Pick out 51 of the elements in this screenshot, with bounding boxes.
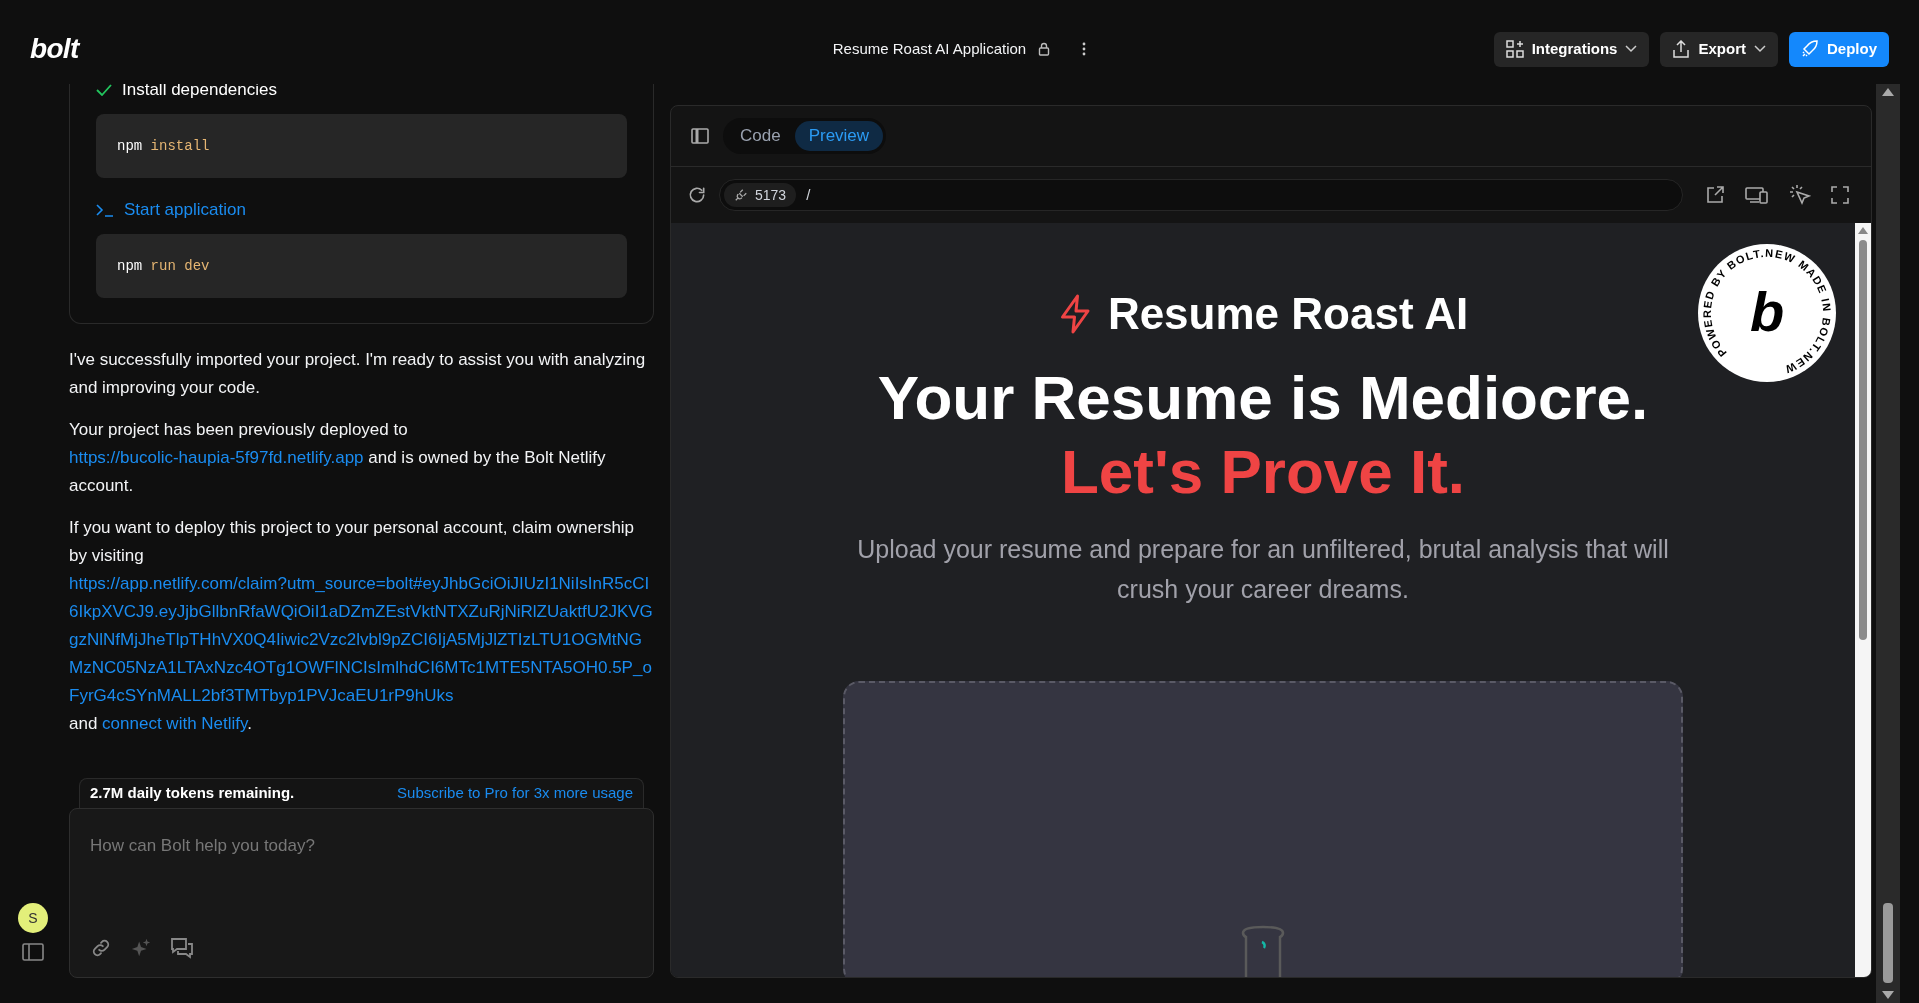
lock-icon <box>1038 42 1051 56</box>
project-title: Resume Roast AI Application <box>832 38 1027 59</box>
prompt-input[interactable]: How can Bolt help you today? <box>90 833 633 859</box>
caret-icon <box>1625 45 1638 53</box>
plug-icon <box>734 188 748 202</box>
scrollbar-thumb[interactable] <box>1859 240 1867 640</box>
chat-message: Your project has been previously deployed to https://bucolic-haupia-5f97fd.netlify.app and is owned by the Bolt Netlify account. <box>69 419 607 497</box>
subtitle: Upload your resume and prepare for an unfiltered, brutal analysis that will crush your career dreams. <box>856 534 1670 605</box>
tab[interactable]: Preview <box>794 121 884 151</box>
address-bar[interactable]: 5173 / <box>719 179 1683 211</box>
scrollbar-thumb[interactable] <box>1883 903 1893 983</box>
step-label: Start application <box>124 199 246 222</box>
reload-icon[interactable] <box>687 185 707 205</box>
rocket-icon <box>1801 40 1819 58</box>
link-icon[interactable] <box>90 937 112 959</box>
headline: Your Resume is Mediocre. <box>877 362 1649 434</box>
check-icon <box>96 84 112 96</box>
chat-message: If you want to deploy this project to your personal account, claim ownership by visiting https://app.netlify.com/claim?utm_source=bolt#eyJhbGciOiJIUzI1NiIsInR5cCI6IkpXVCJ9.eyJjbGllbnRfaWQiOiI1aDZmZEstVktNTXZuRjNiRlZUaktfU2JKVGgzNlNfMjJheTlpTHhVX0Q4Iiwic2Vzc2lvbl9pZCI6IjA5MjJlZTIzLTU1OGMtNGMzNC05NzA1LTAxNzc4OTg1OWFlNCIsImlhdCI6MTc1MTE5NTA5OH0.5P_oFyrG4cSYnMALL2bf3TMTbyp1PVJcaEU1rP9hUks and connect with Netlify. <box>69 517 654 735</box>
tab[interactable]: Code <box>726 121 795 151</box>
link[interactable]: connect with Netlify <box>102 714 248 733</box>
panel-toggle-icon[interactable] <box>691 128 709 144</box>
code-block: npm install <box>96 114 627 178</box>
scroll-up-icon[interactable] <box>1882 88 1894 96</box>
deploy-button[interactable]: Deploy <box>1789 31 1889 67</box>
prompt-input-box[interactable]: How can Bolt help you today? <box>69 808 654 978</box>
pointer-select-icon[interactable] <box>1789 184 1811 206</box>
menu-button[interactable]: Export <box>1660 31 1778 67</box>
more-options-icon[interactable] <box>1082 42 1087 56</box>
chat-message: I've successfully imported your project. I'm ready to assist you with analyzing and improving your code. <box>69 349 647 399</box>
sidebar-toggle-icon[interactable] <box>22 943 44 961</box>
open-external-icon[interactable] <box>1705 185 1725 205</box>
user-avatar[interactable]: S <box>18 903 48 933</box>
code-block: npm run dev <box>96 234 627 298</box>
terminal-icon <box>96 203 114 217</box>
bolt-logo[interactable]: bolt <box>30 28 79 70</box>
scroll-down-icon[interactable] <box>1882 991 1894 999</box>
link[interactable]: https://bucolic-haupia-5f97fd.netlify.app <box>69 448 364 467</box>
upload-icon <box>1672 40 1691 58</box>
chat-icon[interactable] <box>170 937 194 959</box>
caret-icon <box>1754 45 1766 53</box>
tokens-remaining-text: 2.7M daily tokens remaining. <box>90 783 295 804</box>
app-name: Resume Roast AI <box>1107 288 1469 340</box>
apps-icon <box>1505 40 1524 58</box>
fullscreen-icon[interactable] <box>1831 186 1849 204</box>
devices-icon[interactable] <box>1745 185 1769 205</box>
port-chip[interactable]: 5173 <box>724 183 797 207</box>
subscribe-link[interactable]: Subscribe to Pro for 3x more usage <box>397 782 633 805</box>
url-path: / <box>806 184 811 205</box>
scroll-up-icon[interactable] <box>1858 227 1868 234</box>
menu-button[interactable]: Integrations <box>1493 31 1650 67</box>
headline-accent: Let's Prove It. <box>1060 436 1466 508</box>
